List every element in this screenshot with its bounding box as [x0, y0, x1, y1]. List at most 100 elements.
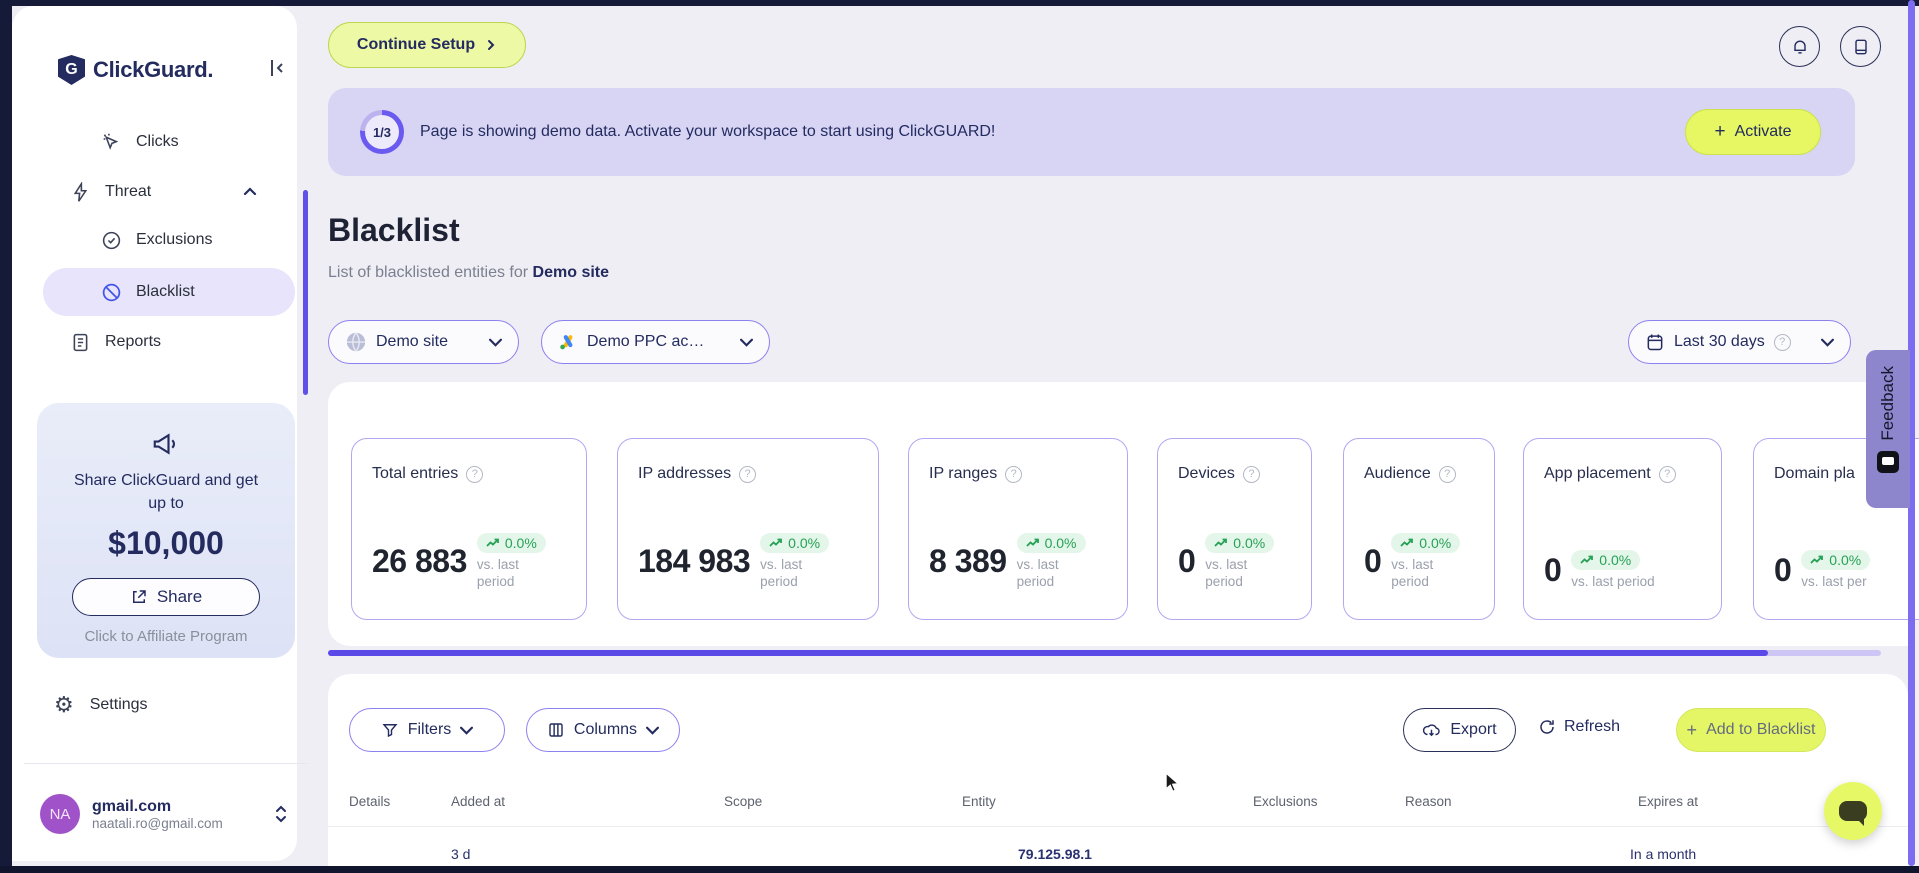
column-header-entity[interactable]: Entity — [962, 794, 996, 809]
window-frame-left — [0, 0, 12, 873]
columns-label: Columns — [573, 721, 638, 738]
sidebar: G ClickGuard. Clicks Threat Exclusions B… — [12, 6, 309, 861]
trend-up-icon — [486, 538, 499, 547]
trend-up-icon — [1025, 538, 1039, 547]
help-icon[interactable]: ? — [1773, 333, 1791, 351]
chat-bubble-icon — [1839, 801, 1867, 826]
funnel-icon — [382, 724, 398, 738]
stat-label: App placement — [1544, 465, 1651, 482]
stat-vs-label: vs. last period — [1205, 556, 1248, 590]
refresh-button[interactable]: Refresh — [1538, 718, 1620, 736]
chevron-down-icon — [740, 338, 753, 347]
chevron-down-icon — [460, 726, 474, 735]
column-header-exclusions[interactable]: Exclusions — [1253, 794, 1318, 809]
column-header-expires-at[interactable]: Expires at — [1638, 794, 1698, 809]
account-switcher[interactable]: NA gmail.com naatali.ro@gmail.com — [40, 794, 288, 834]
account-name: gmail.com — [92, 797, 172, 815]
filters-button[interactable]: Filters — [349, 708, 505, 752]
feedback-chat-icon — [1877, 450, 1899, 473]
date-range-selector[interactable]: Last 30 days ? — [1628, 320, 1851, 364]
sidebar-item-label: Threat — [105, 183, 152, 200]
table-row-expires[interactable]: In a month — [1630, 846, 1696, 862]
help-icon[interactable]: ? — [1005, 465, 1023, 483]
trend-badge: 0.0% — [1801, 550, 1871, 571]
megaphone-icon — [151, 429, 181, 459]
docs-button[interactable] — [1840, 26, 1881, 67]
add-to-blacklist-button[interactable]: + Add to Blacklist — [1676, 708, 1826, 752]
refresh-label: Refresh — [1564, 718, 1621, 735]
column-header-scope[interactable]: Scope — [724, 794, 762, 809]
export-button[interactable]: Export — [1403, 708, 1516, 752]
stat-value: 0 — [1364, 543, 1382, 580]
blacklist-table-panel: Filters Columns Export Refresh + Add to … — [328, 674, 1908, 866]
site-selector[interactable]: Demo site — [328, 320, 519, 364]
sidebar-item-label: Blacklist — [136, 283, 195, 300]
chevron-up-icon[interactable] — [242, 184, 258, 200]
stat-value: 8 389 — [929, 543, 1007, 580]
help-icon[interactable]: ? — [739, 465, 757, 483]
date-range-value: Last 30 days — [1674, 333, 1765, 350]
affiliate-promo-card[interactable]: Share ClickGuard and get up to $10,000 S… — [37, 403, 295, 658]
feedback-tab[interactable]: Feedback — [1866, 350, 1910, 508]
stat-vs-label: vs. last period — [476, 556, 519, 590]
filters-label: Filters — [407, 721, 452, 738]
settings-label: Settings — [89, 696, 148, 713]
globe-icon — [346, 332, 366, 352]
column-header-details[interactable]: Details — [349, 794, 390, 809]
share-button[interactable]: Share — [72, 578, 260, 617]
chevron-down-icon — [1821, 338, 1834, 347]
activate-label: Activate — [1734, 123, 1792, 140]
help-icon[interactable]: ? — [466, 465, 484, 483]
scrollbar-thumb[interactable] — [328, 650, 1768, 656]
activate-button[interactable]: + Activate — [1685, 109, 1821, 155]
table-row[interactable]: 3 d — [451, 846, 470, 862]
columns-icon — [549, 723, 563, 737]
continue-setup-button[interactable]: Continue Setup — [328, 22, 526, 68]
stat-vs-label: vs. last per — [1801, 574, 1867, 590]
help-icon[interactable]: ? — [1438, 465, 1456, 483]
stat-value: 184 983 — [638, 543, 751, 580]
trend-badge: 0.0% — [1571, 550, 1641, 571]
ppc-account-selector[interactable]: Demo PPC ac… — [541, 320, 770, 364]
trend-up-icon — [769, 538, 783, 547]
help-icon[interactable]: ? — [1658, 465, 1676, 483]
sidebar-item-threat[interactable]: Threat — [69, 181, 151, 203]
lightning-icon — [69, 181, 91, 203]
promo-caption: Click to Affiliate Program — [84, 628, 248, 646]
book-icon — [1854, 39, 1867, 54]
notifications-button[interactable] — [1779, 26, 1820, 67]
trend-up-icon — [1214, 538, 1228, 547]
trend-badge: 0.0% — [1205, 532, 1275, 553]
help-icon[interactable]: ? — [1242, 465, 1260, 483]
sidebar-item-reports[interactable]: Reports — [69, 331, 161, 353]
sidebar-item-blacklist[interactable]: Blacklist — [43, 268, 295, 316]
sidebar-item-clicks[interactable]: Clicks — [100, 131, 179, 153]
stat-label: Domain pla — [1774, 465, 1855, 482]
stat-label: Total entries — [372, 465, 459, 482]
column-header-reason[interactable]: Reason — [1405, 794, 1452, 809]
sidebar-item-settings[interactable]: ⚙ Settings — [54, 694, 148, 716]
table-row-entity[interactable]: 79.125.98.1 — [1018, 846, 1092, 862]
stat-card-devices: Devices? 0 0.0% vs. last period — [1157, 438, 1312, 620]
trend-badge: 0.0% — [1016, 532, 1086, 553]
refresh-icon — [1540, 720, 1554, 734]
chat-launcher-button[interactable] — [1824, 782, 1882, 840]
stat-label: Audience — [1364, 465, 1431, 482]
banner-message: Page is showing demo data. Activate your… — [420, 123, 996, 140]
gear-icon: ⚙ — [54, 692, 74, 717]
sidebar-collapse-icon[interactable] — [265, 56, 289, 80]
plus-icon: + — [1686, 719, 1698, 740]
stat-label: IP ranges — [929, 465, 998, 482]
column-header-added-at[interactable]: Added at — [451, 794, 505, 809]
promo-amount: $10,000 — [108, 525, 224, 562]
setup-progress-value: 1/3 — [365, 115, 399, 149]
sidebar-scrollbar[interactable] — [303, 190, 308, 395]
stats-horizontal-scrollbar[interactable] — [328, 650, 1881, 656]
columns-button[interactable]: Columns — [526, 708, 680, 752]
brand-logo[interactable]: G ClickGuard. — [58, 52, 288, 88]
ppc-account-value: Demo PPC ac… — [587, 333, 705, 350]
stat-card-app-placement: App placement? 0 0.0% vs. last period — [1523, 438, 1722, 620]
sidebar-item-exclusions[interactable]: Exclusions — [100, 229, 212, 251]
stat-card-audience: Audience? 0 0.0% vs. last period — [1343, 438, 1495, 620]
trend-up-icon — [1400, 538, 1414, 547]
